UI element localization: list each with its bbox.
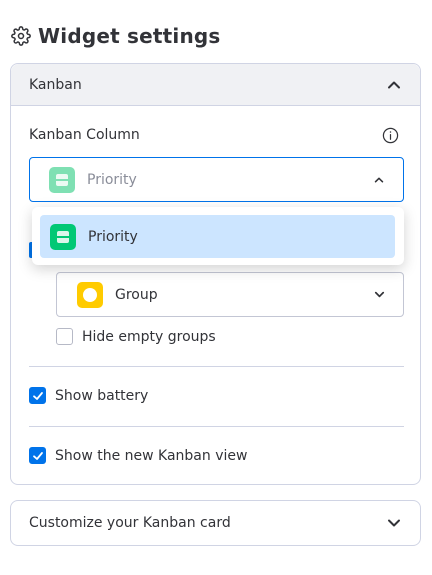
kanban-column-label: Kanban Column <box>29 127 140 143</box>
kanban-column-value: Priority <box>87 171 137 188</box>
group-select[interactable]: Group <box>56 272 404 317</box>
priority-column-icon <box>49 166 75 193</box>
show-new-kanban-view-label: Show the new Kanban view <box>55 447 248 464</box>
hide-empty-groups-checkbox[interactable] <box>56 328 73 345</box>
kanban-section-header[interactable]: Kanban <box>11 64 420 106</box>
widget-settings-header: Widget settings <box>10 22 221 50</box>
show-battery-checkbox[interactable] <box>29 387 46 404</box>
hide-empty-groups-label: Hide empty groups <box>82 328 216 345</box>
show-new-kanban-view-row[interactable]: Show the new Kanban view <box>29 447 247 464</box>
chevron-up-icon <box>371 172 387 188</box>
divider <box>29 426 404 427</box>
dropdown-option-priority[interactable]: Priority <box>40 215 395 258</box>
kanban-section: Kanban Kanban Column Priority Priority G… <box>10 63 421 485</box>
group-select-value: Group <box>115 286 158 303</box>
show-new-kanban-view-checkbox[interactable] <box>29 447 46 464</box>
divider <box>29 366 404 367</box>
dropdown-option-label: Priority <box>88 228 138 245</box>
hide-empty-groups-row[interactable]: Hide empty groups <box>56 328 216 345</box>
kanban-column-select[interactable]: Priority <box>29 157 404 202</box>
info-icon[interactable] <box>381 126 399 144</box>
customize-kanban-card-title: Customize your Kanban card <box>29 515 231 531</box>
gear-icon <box>10 25 32 47</box>
show-battery-row[interactable]: Show battery <box>29 387 148 404</box>
kanban-column-label-row: Kanban Column <box>29 126 399 144</box>
kanban-column-dropdown-menu: Priority <box>32 207 404 265</box>
customize-kanban-card-section[interactable]: Customize your Kanban card <box>10 500 421 546</box>
chevron-down-icon <box>371 287 387 303</box>
priority-column-icon <box>50 223 76 250</box>
kanban-section-title: Kanban <box>29 76 82 93</box>
show-battery-label: Show battery <box>55 387 149 404</box>
chevron-up-icon[interactable] <box>386 77 402 93</box>
chevron-down-icon[interactable] <box>386 515 402 531</box>
page-title: Widget settings <box>38 24 221 48</box>
widget-settings-page: Widget settings Kanban Kanban Column Pri… <box>0 0 432 575</box>
group-icon <box>77 281 103 308</box>
